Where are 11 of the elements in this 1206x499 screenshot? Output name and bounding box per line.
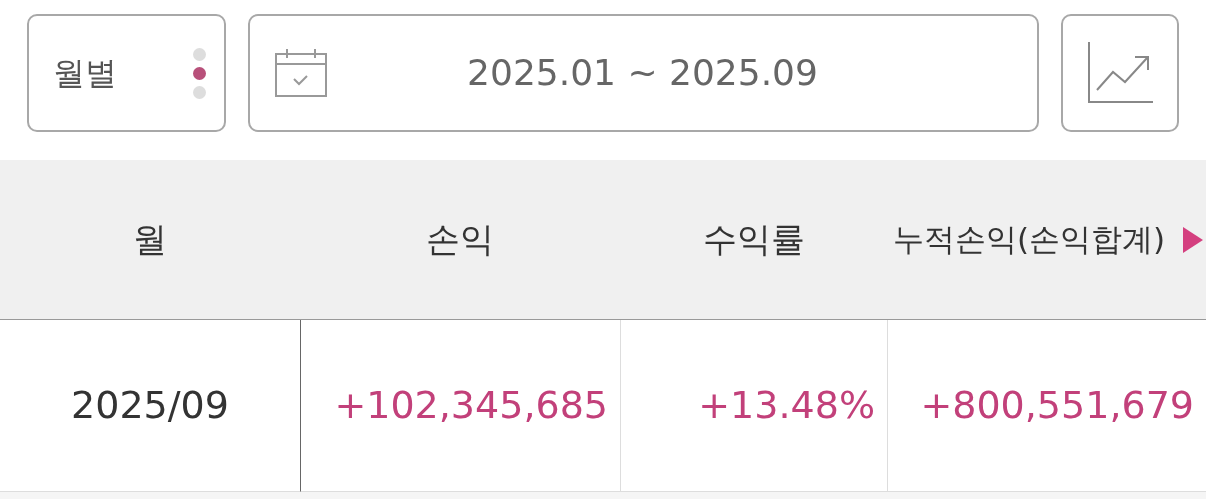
period-selector[interactable]: 월별 <box>27 14 226 132</box>
line-chart-icon <box>1087 42 1153 104</box>
scroll-right-icon[interactable] <box>1182 226 1204 254</box>
column-header: 수익률 <box>702 218 805 261</box>
chart-button[interactable] <box>1061 14 1179 132</box>
date-range-field[interactable]: 2025.01 ~ 2025.09 <box>248 14 1039 132</box>
calendar-icon <box>274 48 328 98</box>
column-header: 월 <box>133 218 167 261</box>
column-header: 누적손익(손익합계) <box>893 220 1166 260</box>
column-header: 손익 <box>426 218 494 261</box>
period-label: 월별 <box>53 53 117 94</box>
